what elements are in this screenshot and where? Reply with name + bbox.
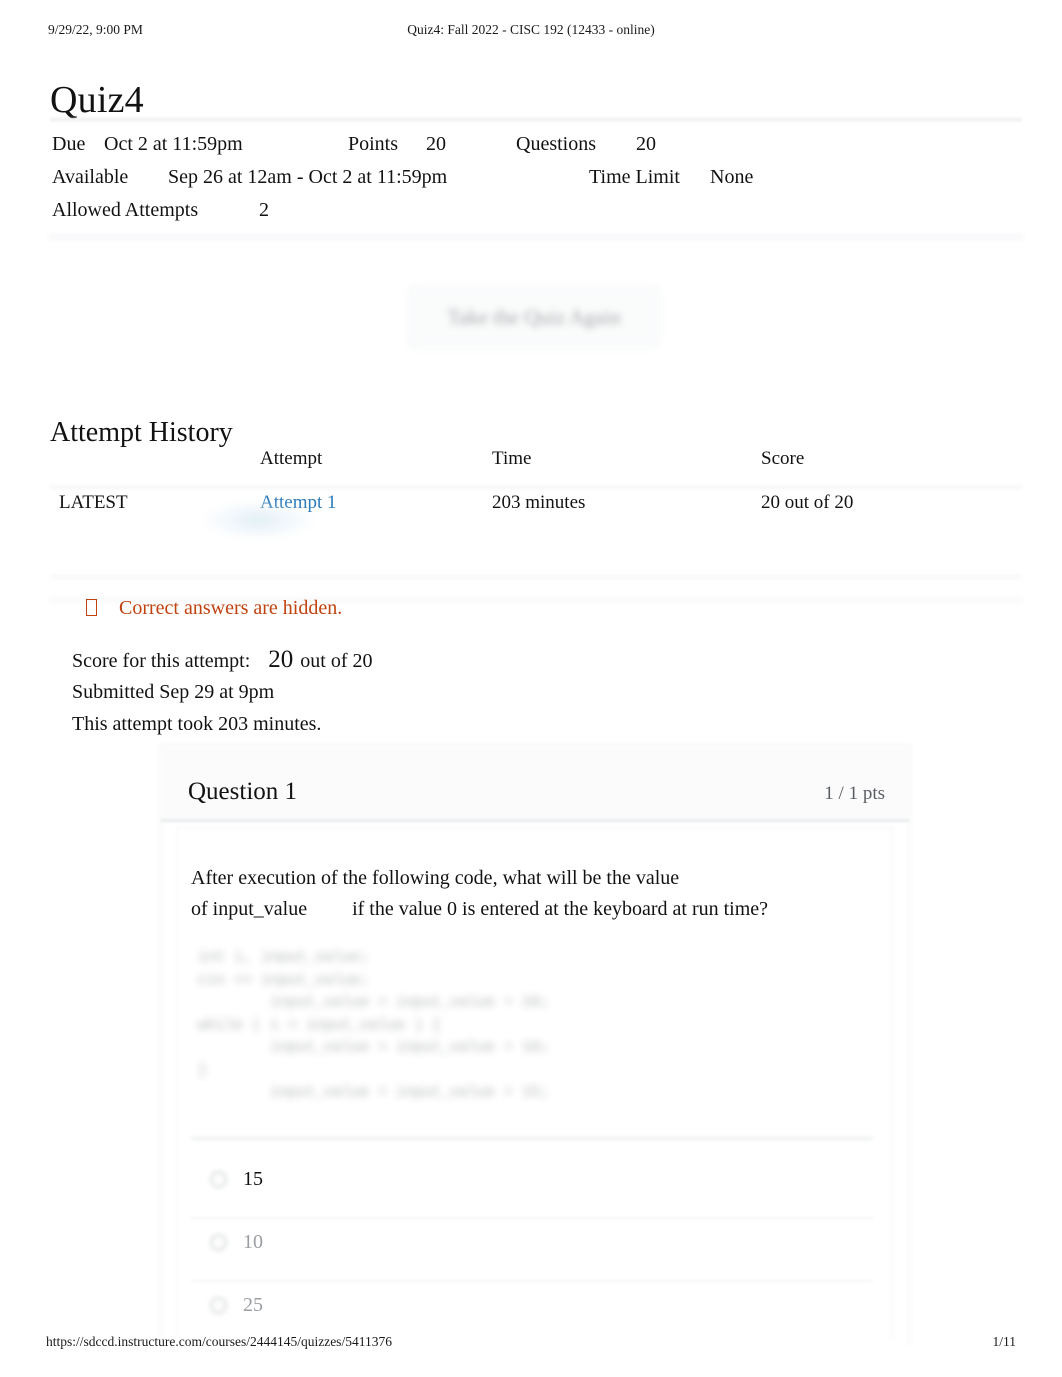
allowed-attempts-value: 2 [259, 199, 269, 221]
attempt-history-heading: Attempt History [50, 417, 233, 449]
question-prompt: After execution of the following code, w… [191, 863, 881, 925]
print-header: 9/29/22, 9:00 PM Quiz4: Fall 2022 - CISC… [0, 22, 1062, 42]
answer-option-1[interactable]: 15 [191, 1155, 873, 1219]
allowed-attempts-label: Allowed Attempts [52, 199, 199, 221]
take-quiz-again-button[interactable]: Take the Quiz Again [408, 286, 660, 348]
question-points: 1 / 1 pts [824, 783, 885, 804]
available-value: Sep 26 at 12am - Oct 2 at 11:59pm [168, 166, 448, 188]
row-time-value: 203 minutes [492, 492, 586, 513]
meta-row-attempts: Allowed Attempts 2 [52, 194, 1012, 227]
time-limit-label: Time Limit [589, 166, 680, 188]
meta-top-divider [50, 118, 1022, 123]
quiz-meta-block: Due Oct 2 at 11:59pm Points 20 Questions… [52, 128, 1012, 227]
question-card: Question 1 1 / 1 pts After execution of … [160, 745, 910, 1345]
attempt-history-table: Attempt Time Score LATEST Attempt 1 203 … [48, 448, 1024, 604]
question-prompt-line-2b: if the value 0 is entered at the keyboar… [352, 898, 769, 920]
col-header-attempt: Attempt [260, 448, 323, 469]
questions-label: Questions [516, 133, 596, 155]
notice-text: Correct answers are hidden. [119, 597, 343, 619]
score-line: Score for this attempt: 20 out of 20 [72, 644, 373, 676]
page-title: Quiz4 [50, 79, 144, 122]
row-score-value: 20 out of 20 [761, 492, 854, 513]
col-header-time: Time [492, 448, 532, 469]
table-header-row: Attempt Time Score [50, 448, 1022, 490]
available-label: Available [52, 166, 129, 188]
take-quiz-again-wrapper: Take the Quiz Again [408, 286, 660, 348]
radio-button-icon[interactable] [210, 1297, 227, 1314]
score-label: Score for this attempt: [72, 650, 251, 672]
radio-button-icon[interactable] [210, 1234, 227, 1251]
print-document-title: Quiz4: Fall 2022 - CISC 192 (12433 - onl… [407, 22, 655, 37]
question-prompt-line-2a: of input_value [191, 898, 308, 920]
warning-tofu-icon [86, 599, 97, 616]
meta-row-due: Due Oct 2 at 11:59pm Points 20 Questions… [52, 128, 1012, 161]
question-header-divider [161, 819, 909, 822]
correct-answers-hidden-notice: Correct answers are hidden. [86, 594, 342, 622]
print-footer-page: 1/11 [992, 1334, 1017, 1349]
question-code-divider [191, 1137, 873, 1140]
questions-value: 20 [636, 133, 656, 155]
score-value: 20 [268, 646, 294, 673]
meta-bottom-divider [48, 232, 1024, 242]
answer-option-1-label: 15 [243, 1168, 263, 1190]
table-row: LATEST Attempt 1 203 minutes 20 out of 2… [48, 486, 1024, 604]
submitted-line: Submitted Sep 29 at 9pm [72, 681, 275, 703]
due-label: Due [52, 133, 86, 155]
table-row-divider [50, 574, 1022, 580]
print-footer: https://sdccd.instructure.com/courses/24… [0, 1334, 1062, 1354]
time-limit-value: None [710, 166, 754, 188]
attempt-1-link-cell: Attempt 1 [260, 492, 337, 514]
attempt-summary: Score for this attempt: 20 out of 20 Submi… [72, 644, 373, 740]
meta-row-available: Available Sep 26 at 12am - Oct 2 at 11:5… [52, 161, 1012, 194]
question-prompt-line-2: of input_value if the value 0 is entered … [191, 894, 881, 925]
question-prompt-line-1: After execution of the following code, w… [191, 867, 680, 889]
answer-option-3-label: 25 [243, 1294, 263, 1316]
col-header-score: Score [761, 448, 805, 469]
score-outof: out of 20 [300, 650, 373, 672]
points-label: Points [348, 133, 399, 155]
question-code-block: int i, input_value; cin >> input_value; … [198, 949, 550, 1101]
print-footer-url: https://sdccd.instructure.com/courses/24… [46, 1334, 392, 1349]
due-value: Oct 2 at 11:59pm [104, 133, 243, 155]
attempt-1-link[interactable]: Attempt 1 [260, 492, 337, 513]
radio-button-icon[interactable] [210, 1171, 227, 1188]
row-latest-marker: LATEST [59, 492, 128, 513]
answer-option-2[interactable]: 10 [191, 1218, 873, 1282]
question-title: Question 1 [188, 778, 298, 805]
answer-option-2-label: 10 [243, 1231, 263, 1253]
print-preview-page: 9/29/22, 9:00 PM Quiz4: Fall 2022 - CISC… [0, 0, 1062, 1377]
duration-line: This attempt took 203 minutes. [72, 713, 322, 735]
points-value: 20 [426, 133, 446, 155]
answer-options-list: 15 10 25 [191, 1155, 873, 1344]
